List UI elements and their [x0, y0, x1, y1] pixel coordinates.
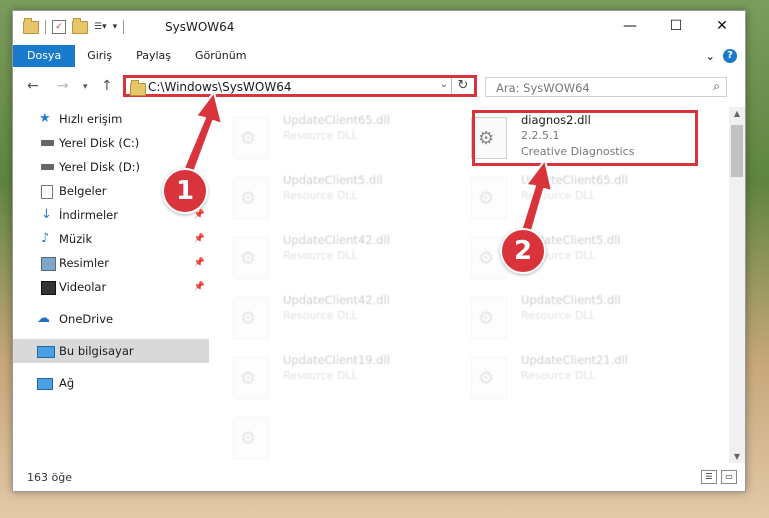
video-icon — [41, 281, 56, 295]
sidebar-item-label: Hızlı erişim — [59, 112, 123, 126]
sidebar-item-label: OneDrive — [59, 312, 114, 326]
file-item[interactable]: UpdateClient5.dll Resource DLL — [223, 167, 453, 219]
pin-icon[interactable]: 📌 — [194, 251, 205, 275]
large-icons-view-icon[interactable]: ▭ — [721, 470, 737, 484]
dll-file-icon — [233, 237, 269, 279]
file-item[interactable]: UpdateClient42.dll Resource DLL — [223, 287, 453, 339]
close-button[interactable]: ✕ — [699, 11, 745, 41]
tab-view[interactable]: Görünüm — [183, 45, 258, 67]
ribbon-expand-icon[interactable]: ⌄ — [705, 49, 715, 63]
dll-file-icon — [233, 177, 269, 219]
callout-badge-1: 1 — [162, 168, 208, 214]
sidebar-item-label: Belgeler — [59, 184, 107, 198]
file-item[interactable]: UpdateClient5.dll Resource DLL — [461, 227, 691, 279]
sidebar-item-music[interactable]: ♪ Müzik 📌 — [13, 227, 209, 251]
cloud-icon: ☁ — [37, 311, 50, 326]
title-bar: ✓ ☰▾ ▾ SysWOW64 — ☐ ✕ — [13, 11, 745, 45]
music-icon: ♪ — [41, 231, 50, 246]
dll-file-icon — [233, 357, 269, 399]
dll-file-icon — [471, 297, 507, 339]
sidebar-item-network[interactable]: Ağ — [13, 371, 209, 395]
properties-icon[interactable]: ✓ — [52, 20, 66, 34]
sidebar-item-label: Ağ — [59, 376, 75, 390]
callout-badge-2: 2 — [500, 228, 546, 274]
back-arrow-icon[interactable]: ← — [27, 78, 39, 94]
sidebar-item-label: Bu bilgisayar — [59, 344, 134, 358]
search-input[interactable]: Ara: SysWOW64 ⌕ — [485, 77, 727, 97]
computer-icon — [37, 346, 55, 358]
sidebar-item-onedrive[interactable]: ☁ OneDrive — [13, 307, 209, 331]
vertical-scrollbar[interactable]: ▲ ▼ — [729, 107, 745, 463]
search-icon: ⌕ — [713, 79, 720, 93]
explorer-window: ✓ ☰▾ ▾ SysWOW64 — ☐ ✕ Dosya Giriş Paylaş… — [12, 10, 746, 492]
sidebar-item-videos[interactable]: Videolar 📌 — [13, 275, 209, 299]
star-icon: ★ — [39, 111, 51, 126]
dll-file-icon — [471, 357, 507, 399]
dll-file-icon — [233, 417, 269, 459]
address-bar[interactable]: C:\Windows\SysWOW64 ⌄ ↻ — [123, 75, 477, 97]
navigation-pane: ★ Hızlı erişim Yerel Disk (C:) Yerel Dis… — [13, 107, 209, 463]
file-highlight-box — [472, 110, 698, 166]
file-item[interactable]: UpdateClient19.dll Resource DLL — [223, 347, 453, 399]
folder-icon — [130, 80, 146, 96]
maximize-button[interactable]: ☐ — [653, 11, 699, 41]
dll-file-icon — [233, 117, 269, 159]
scroll-thumb[interactable] — [731, 125, 743, 177]
drive-icon — [41, 140, 54, 146]
tab-share[interactable]: Paylaş — [124, 45, 183, 67]
file-item[interactable]: UpdateClient65.dll Resource DLL — [223, 107, 453, 159]
drive-icon — [41, 164, 54, 170]
sidebar-item-label: Resimler — [59, 256, 109, 270]
window-title: SysWOW64 — [165, 20, 235, 34]
ribbon-tabs: Dosya Giriş Paylaş Görünüm ⌄ ? — [13, 45, 745, 67]
pictures-icon — [41, 257, 56, 271]
sidebar-item-label: İndirmeler — [59, 208, 118, 222]
status-bar: 163 öğe ☰ ▭ — [13, 463, 745, 491]
sidebar-item-label: Yerel Disk (D:) — [59, 160, 141, 174]
new-folder-icon[interactable] — [72, 17, 88, 34]
address-path: C:\Windows\SysWOW64 — [148, 80, 292, 94]
pin-icon[interactable]: 📌 — [194, 227, 205, 251]
scroll-up-icon[interactable]: ▲ — [729, 109, 745, 118]
file-item[interactable]: UpdateClient21.dll Resource DLL — [461, 347, 691, 399]
forward-arrow-icon[interactable]: → — [57, 78, 69, 94]
folder-icon[interactable] — [23, 17, 39, 34]
minimize-button[interactable]: — — [607, 11, 653, 41]
up-arrow-icon[interactable]: ↑ — [101, 78, 113, 94]
file-item[interactable] — [223, 407, 453, 459]
quick-access-toolbar: ✓ ☰▾ ▾ — [23, 17, 125, 34]
refresh-icon[interactable]: ↻ — [451, 78, 474, 94]
sidebar-item-this-pc[interactable]: Bu bilgisayar — [13, 339, 209, 363]
network-icon — [37, 378, 53, 390]
sidebar-item-label: Yerel Disk (C:) — [59, 136, 140, 150]
item-count: 163 öğe — [27, 471, 72, 484]
dll-file-icon — [233, 297, 269, 339]
recent-locations-icon[interactable]: ▾ — [83, 82, 88, 92]
file-item[interactable]: UpdateClient65.dll Resource DLL — [461, 167, 691, 219]
qa-dropdown-icon[interactable]: ▾ — [113, 22, 118, 32]
dll-file-icon — [471, 177, 507, 219]
details-view-icon[interactable]: ☰ — [701, 470, 717, 484]
help-icon[interactable]: ? — [723, 49, 737, 63]
search-placeholder: Ara: SysWOW64 — [496, 81, 590, 95]
sidebar-item-quick-access[interactable]: ★ Hızlı erişim — [13, 107, 209, 131]
tab-file[interactable]: Dosya — [13, 45, 76, 67]
sidebar-item-disk-c[interactable]: Yerel Disk (C:) — [13, 131, 209, 155]
tab-home[interactable]: Giriş — [75, 45, 124, 67]
customize-icon[interactable]: ☰▾ — [94, 22, 107, 32]
sidebar-item-label: Müzik — [59, 232, 93, 246]
address-dropdown-icon[interactable]: ⌄ — [440, 79, 448, 90]
file-item[interactable]: UpdateClient42.dll Resource DLL — [223, 227, 453, 279]
sidebar-item-label: Videolar — [59, 280, 107, 294]
scroll-down-icon[interactable]: ▼ — [729, 452, 745, 461]
documents-icon — [41, 185, 53, 199]
pin-icon[interactable]: 📌 — [194, 275, 205, 299]
file-item[interactable]: UpdateClient5.dll Resource DLL — [461, 287, 691, 339]
download-icon: ↓ — [41, 207, 52, 222]
sidebar-item-pictures[interactable]: Resimler 📌 — [13, 251, 209, 275]
address-row: ← → ▾ ↑ C:\Windows\SysWOW64 ⌄ ↻ Ara: Sys… — [13, 73, 745, 101]
